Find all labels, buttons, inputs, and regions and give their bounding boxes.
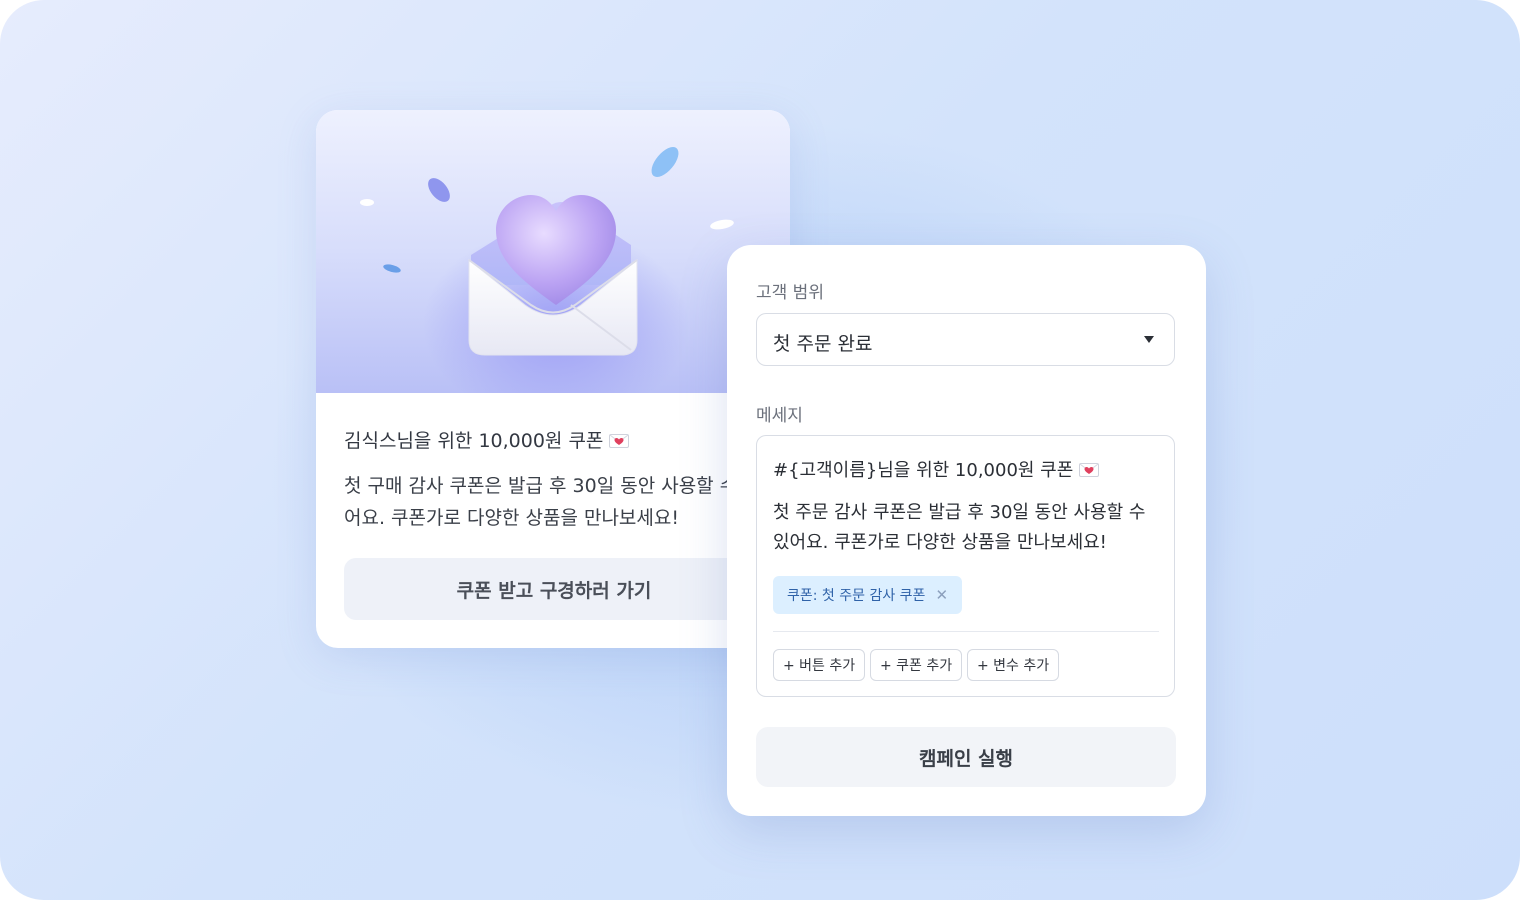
- preview-title: 김식스님을 위한 10,000원 쿠폰: [344, 426, 630, 453]
- audience-label: 고객 범위: [756, 283, 824, 303]
- add-variable-button[interactable]: + 변수 추가: [967, 649, 1060, 681]
- preview-body-line: 첫 구매 감사 쿠폰은 발급 후 30일 동안 사용할 수 있: [344, 475, 761, 497]
- confetti-icon: [709, 217, 735, 232]
- message-body-line: 있어요. 쿠폰가로 다양한 상품을 만나보세요!: [773, 532, 1107, 553]
- campaign-editor-panel: 고객 범위 첫 주문 완료 메세지 #{고객이름}님을 위한 10,000원 쿠…: [727, 245, 1206, 816]
- confetti-icon: [360, 199, 374, 206]
- message-body: 첫 주문 감사 쿠폰은 발급 후 30일 동안 사용할 수 있어요. 쿠폰가로 …: [773, 498, 1168, 558]
- preview-body-line: 어요. 쿠폰가로 다양한 상품을 만나보세요!: [344, 507, 679, 529]
- preview-hero-illustration: [316, 110, 790, 393]
- coupon-chip: 쿠폰: 첫 주문 감사 쿠폰 ✕: [773, 576, 963, 614]
- audience-select[interactable]: 첫 주문 완료: [756, 313, 1175, 366]
- love-letter-icon: [609, 431, 630, 453]
- audience-select-value: 첫 주문 완료: [773, 333, 873, 355]
- run-campaign-button[interactable]: 캠페인 실행: [756, 727, 1176, 787]
- divider: [773, 631, 1159, 632]
- caret-down-icon: [1144, 336, 1154, 343]
- confetti-icon: [423, 174, 455, 206]
- confetti-icon: [382, 262, 402, 275]
- message-editor[interactable]: #{고객이름}님을 위한 10,000원 쿠폰 첫 주문 감사 쿠폰은 발급 후…: [756, 435, 1175, 697]
- coupon-chip-label: 쿠폰: 첫 주문 감사 쿠폰: [787, 588, 926, 604]
- add-coupon-button[interactable]: + 쿠폰 추가: [870, 649, 963, 681]
- love-letter-icon: [1079, 461, 1100, 482]
- message-title: #{고객이름}님을 위한 10,000원 쿠폰: [773, 456, 1100, 482]
- add-button-button[interactable]: + 버튼 추가: [773, 649, 866, 681]
- get-coupon-button[interactable]: 쿠폰 받고 구경하러 가기: [344, 558, 764, 620]
- background-canvas: 김식스님을 위한 10,000원 쿠폰 첫 구매 감사 쿠폰은 발급 후 30일…: [0, 0, 1520, 900]
- message-preview-card: 김식스님을 위한 10,000원 쿠폰 첫 구매 감사 쿠폰은 발급 후 30일…: [316, 110, 790, 648]
- preview-body: 첫 구매 감사 쿠폰은 발급 후 30일 동안 사용할 수 있 어요. 쿠폰가로…: [344, 470, 790, 534]
- envelope-heart-icon: [468, 195, 638, 356]
- message-body-line: 첫 주문 감사 쿠폰은 발급 후 30일 동안 사용할 수: [773, 502, 1146, 523]
- message-label: 메세지: [756, 406, 803, 426]
- close-icon[interactable]: ✕: [935, 586, 948, 604]
